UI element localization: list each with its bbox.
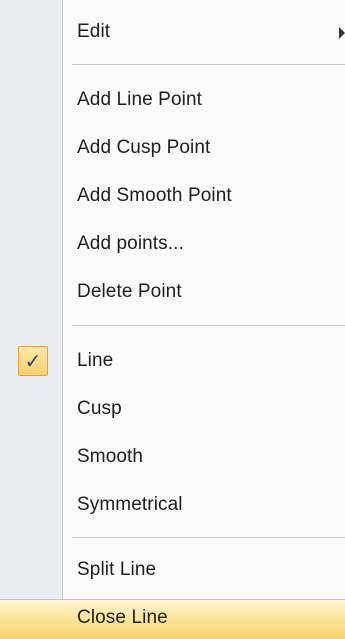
menu-item-label: Close Line <box>77 607 168 628</box>
menu-item-add-cusp-point[interactable]: Add Cusp Point <box>0 130 345 168</box>
menu-separator <box>72 325 345 327</box>
menu-item-label: Smooth <box>77 446 144 467</box>
menu-item-label: Add Line Point <box>77 89 202 110</box>
menu-item-symmetrical[interactable]: Symmetrical <box>0 487 345 525</box>
menu-item-label: Symmetrical <box>77 494 183 515</box>
menu-item-edit[interactable]: Edit <box>0 14 345 52</box>
menu-item-label: Edit <box>77 21 111 42</box>
menu-item-label: Split Line <box>77 559 157 580</box>
menu-separator <box>72 64 345 66</box>
menu-item-line[interactable]: ✓ Line <box>0 343 345 381</box>
menu-item-add-points[interactable]: Add points... <box>0 226 345 264</box>
menu-item-cusp[interactable]: Cusp <box>0 391 345 429</box>
context-menu: Edit Add Line Point Add Cusp Point Add S… <box>0 0 345 639</box>
menu-separator <box>72 537 345 539</box>
checkmark-icon: ✓ <box>18 346 48 376</box>
menu-item-label: Line <box>77 350 114 371</box>
menu-item-smooth[interactable]: Smooth <box>0 439 345 477</box>
menu-item-close-line[interactable]: Close Line <box>0 599 345 639</box>
menu-item-label: Delete Point <box>77 281 182 302</box>
submenu-arrow-icon <box>339 27 345 39</box>
menu-item-label: Add Cusp Point <box>77 137 211 158</box>
menu-item-label: Cusp <box>77 398 122 419</box>
menu-item-delete-point[interactable]: Delete Point <box>0 274 345 312</box>
menu-item-label: Add points... <box>77 233 184 254</box>
menu-item-label: Add Smooth Point <box>77 185 232 206</box>
menu-item-add-smooth-point[interactable]: Add Smooth Point <box>0 178 345 216</box>
menu-item-add-line-point[interactable]: Add Line Point <box>0 82 345 120</box>
menu-item-split-line[interactable]: Split Line <box>0 552 345 590</box>
